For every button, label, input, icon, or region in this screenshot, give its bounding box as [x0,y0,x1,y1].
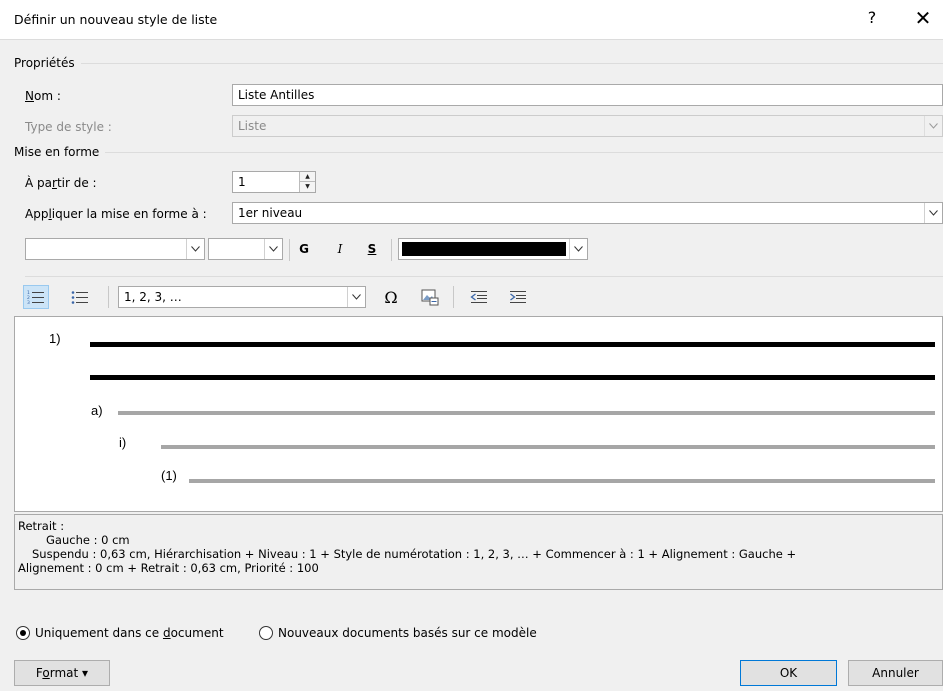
chevron-down-icon [924,203,942,223]
radio-unselected[interactable] [259,626,273,640]
underline-button[interactable]: S [361,238,383,260]
preview-level-2-number: a) [91,403,103,418]
description-line: Suspendu : 0,63 cm, Hiérarchisation + Ni… [32,547,797,561]
bulleted-list-icon [71,291,88,304]
preview-level-4-number: (1) [161,468,177,483]
preview-level-1-line-continued [90,375,935,380]
font-color-select[interactable] [398,238,588,260]
font-color-swatch [402,242,566,256]
picture-icon [421,289,439,305]
style-description: Retrait : Gauche : 0 cm Suspendu : 0,63 … [14,514,943,590]
chevron-down-icon [924,116,942,136]
description-line: Gauche : 0 cm [46,533,130,547]
style-type-select[interactable]: Liste [232,115,943,137]
chevron-down-icon [569,239,587,259]
spin-down-icon[interactable]: ▼ [300,182,315,192]
chevron-down-icon [347,287,365,307]
numbered-list-button[interactable]: 1 2 3 [23,285,49,309]
preview-level-3-number: i) [119,435,127,450]
style-type-label: Type de style : [25,120,112,134]
help-button[interactable]: ? [858,8,886,32]
font-size-select[interactable] [208,238,283,260]
title-bar: Définir un nouveau style de liste ? ✕ [0,0,943,40]
name-input[interactable]: Liste Antilles [232,84,943,106]
close-button[interactable]: ✕ [906,6,940,34]
chevron-down-icon [186,239,204,259]
bulleted-list-button[interactable] [67,285,93,309]
name-label: Nom : [25,89,61,103]
omega-icon: Ω [384,287,398,307]
toolbar-divider [289,239,290,261]
italic-button[interactable]: I [329,238,351,260]
preview-level-1-number: 1) [49,331,61,346]
toolbar-divider [453,286,454,308]
numbering-style-select[interactable]: 1, 2, 3, … [118,286,366,308]
decrease-indent-icon [470,291,487,303]
bold-button[interactable]: G [293,238,315,260]
font-name-select[interactable] [25,238,205,260]
description-line: Retrait : [18,519,65,533]
apply-to-select[interactable]: 1er niveau [232,202,943,224]
numbered-list-icon: 1 2 3 [27,290,44,305]
chevron-down-icon [264,239,282,259]
start-at-spinner[interactable]: 1 ▲ ▼ [232,171,316,193]
apply-to-label: Appliquer la mise en forme à : [25,207,207,221]
preview-level-4-line [189,479,935,483]
formatting-section-label: Mise en forme [14,145,106,159]
decrease-indent-button[interactable] [466,285,492,309]
ok-button[interactable]: OK [740,660,837,686]
increase-indent-button[interactable] [505,285,531,309]
cancel-button[interactable]: Annuler [848,660,943,686]
formatting-separator [14,152,943,153]
svg-text:3: 3 [27,300,30,305]
start-at-label: À partir de : [25,176,97,190]
toolbar-separator [25,276,943,277]
dialog-title: Définir un nouveau style de liste [14,12,218,27]
preview-level-2-line [118,411,935,415]
properties-section-label: Propriétés [14,56,81,70]
properties-separator [14,63,943,64]
format-menu-button[interactable]: Format ▾ [14,660,110,686]
toolbar-divider [391,239,392,261]
list-preview: 1) a) i) (1) [14,316,943,512]
scope-option-new-documents[interactable]: Nouveaux documents basés sur ce modèle [259,626,537,640]
spinner-buttons[interactable]: ▲ ▼ [299,172,315,192]
insert-symbol-button[interactable]: Ω [378,285,404,309]
increase-indent-icon [510,291,526,303]
description-line: Alignement : 0 cm + Retrait : 0,63 cm, P… [18,561,319,575]
radio-selected[interactable] [16,626,30,640]
scope-option-document[interactable]: Uniquement dans ce document [16,626,224,640]
insert-picture-button[interactable] [417,285,443,309]
preview-level-3-line [161,445,935,449]
preview-level-1-line [90,342,935,347]
toolbar-divider [108,286,109,308]
